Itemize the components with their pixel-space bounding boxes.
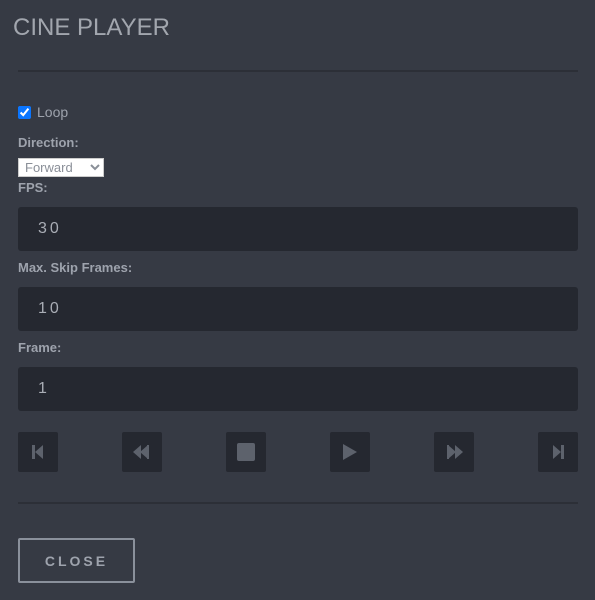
first-frame-button[interactable] — [18, 432, 58, 472]
first-frame-icon — [32, 445, 43, 459]
page-title: CINE PLAYER — [13, 14, 170, 41]
frame-label: Frame: — [18, 340, 62, 355]
fps-input[interactable] — [18, 207, 578, 251]
stop-icon — [237, 443, 255, 461]
close-button[interactable]: CLOSE — [18, 538, 135, 583]
fast-forward-button[interactable] — [434, 432, 474, 472]
divider — [18, 70, 578, 72]
stop-button[interactable] — [226, 432, 266, 472]
rewind-icon — [133, 445, 149, 459]
fast-forward-icon — [447, 445, 463, 459]
divider — [18, 502, 578, 504]
play-button[interactable] — [330, 432, 370, 472]
loop-checkbox[interactable] — [18, 105, 31, 119]
loop-label: Loop — [37, 104, 69, 120]
loop-checkbox-row[interactable]: Loop — [18, 104, 68, 120]
rewind-button[interactable] — [122, 432, 162, 472]
last-frame-icon — [553, 445, 564, 459]
last-frame-button[interactable] — [538, 432, 578, 472]
direction-select[interactable]: Forward — [18, 158, 104, 177]
frame-input[interactable] — [18, 367, 578, 411]
max-skip-frames-label: Max. Skip Frames: — [18, 260, 133, 275]
max-skip-frames-input[interactable] — [18, 287, 578, 331]
play-icon — [343, 444, 357, 460]
fps-label: FPS: — [18, 180, 48, 195]
direction-label: Direction: — [18, 135, 79, 150]
